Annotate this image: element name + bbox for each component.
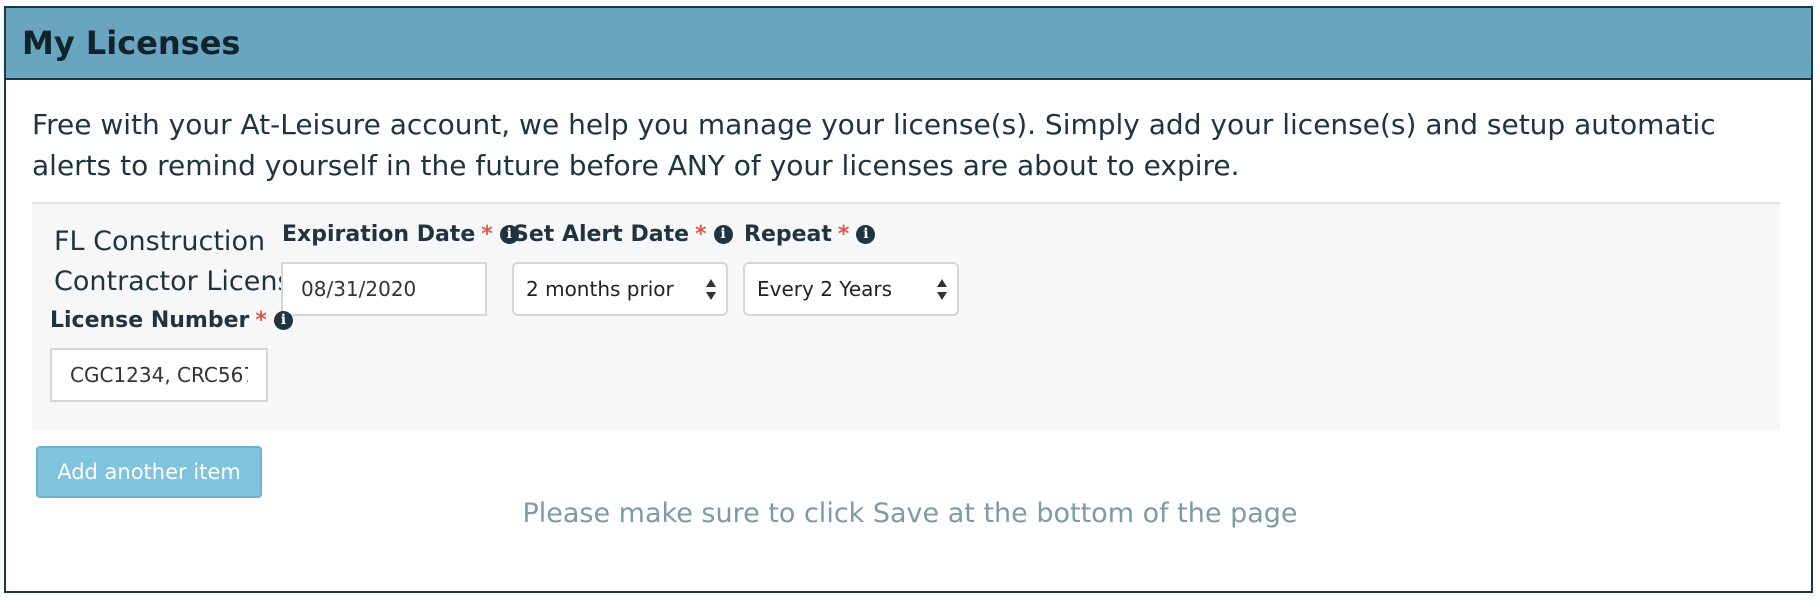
repeat-selected-value: Every 2 Years bbox=[757, 277, 893, 301]
required-asterisk: * bbox=[695, 222, 707, 247]
expiration-date-label-text: Expiration Date bbox=[282, 222, 476, 247]
license-number-label-text: License Number bbox=[50, 308, 250, 333]
required-asterisk: * bbox=[481, 222, 493, 247]
repeat-label: Repeat * i bbox=[744, 222, 876, 247]
expiration-date-input[interactable] bbox=[281, 262, 487, 316]
expiration-date-label: Expiration Date * i bbox=[282, 222, 519, 247]
info-icon[interactable]: i bbox=[856, 225, 876, 244]
info-icon[interactable]: i bbox=[273, 311, 293, 330]
panel-header: My Licenses bbox=[6, 8, 1811, 80]
alert-date-select[interactable]: 2 months prior bbox=[512, 262, 728, 316]
required-asterisk: * bbox=[255, 308, 267, 333]
alert-date-label: Set Alert Date * i bbox=[513, 222, 733, 247]
save-reminder-text: Please make sure to click Save at the bo… bbox=[522, 498, 1298, 529]
select-arrows-icon bbox=[937, 277, 947, 303]
license-name: FL Construction Contractor License bbox=[54, 226, 309, 297]
repeat-select[interactable]: Every 2 Years bbox=[743, 262, 959, 316]
alert-date-label-text: Set Alert Date bbox=[513, 222, 689, 247]
intro-text: Free with your At-Leisure account, we he… bbox=[32, 108, 1716, 182]
panel-title: My Licenses bbox=[22, 24, 241, 62]
repeat-label-text: Repeat bbox=[744, 222, 832, 247]
info-icon[interactable]: i bbox=[713, 225, 733, 244]
required-asterisk: * bbox=[837, 222, 850, 247]
alert-date-selected-value: 2 months prior bbox=[526, 277, 674, 301]
add-another-item-button[interactable]: Add another item bbox=[36, 446, 262, 498]
license-item: FL Construction Contractor License Expir… bbox=[32, 202, 1780, 430]
license-number-label: License Number * i bbox=[50, 308, 293, 333]
select-arrows-icon bbox=[706, 277, 716, 303]
license-number-input[interactable] bbox=[50, 348, 268, 402]
